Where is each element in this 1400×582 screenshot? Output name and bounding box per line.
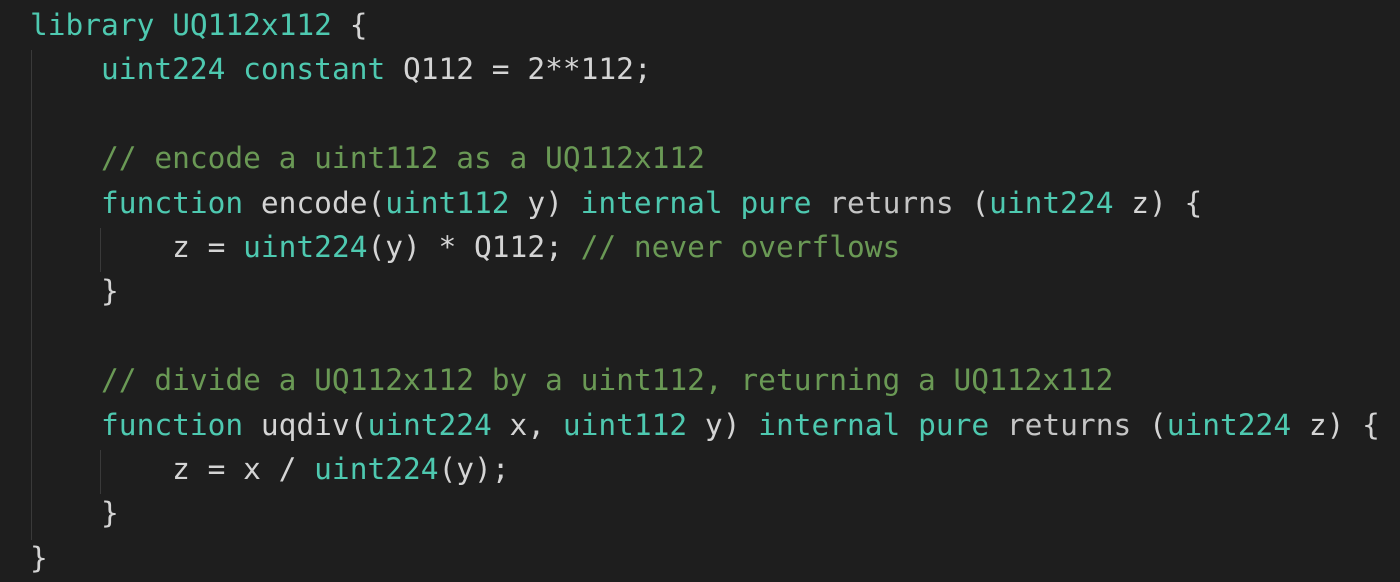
code-token: function: [101, 185, 244, 220]
code-content[interactable]: library UQ112x112 { uint224 constant Q11…: [30, 3, 1380, 580]
code-token: uint224: [314, 451, 439, 486]
code-token: uqdiv(: [243, 407, 368, 442]
code-token: z =: [30, 229, 244, 264]
code-token: uint224: [243, 229, 368, 264]
code-comment: // divide a UQ112x112 by a uint112, retu…: [101, 363, 1114, 398]
code-token: z = x /: [30, 451, 315, 486]
code-line: z = x / uint224(y);: [30, 447, 1380, 491]
code-token: {: [331, 8, 368, 42]
code-line: function encode(uint112 y) internal pure…: [30, 181, 1380, 225]
code-token: uint224: [1166, 407, 1292, 442]
code-token: (y) * Q112;: [367, 229, 581, 264]
code-token: returns: [1006, 407, 1132, 442]
code-token: (: [1131, 407, 1167, 442]
code-line: // divide a UQ112x112 by a uint112, retu…: [30, 358, 1380, 402]
code-line: }: [30, 491, 1380, 535]
code-token: UQ112x112: [172, 8, 332, 42]
code-token: (y);: [438, 451, 510, 486]
code-token: y): [509, 185, 581, 220]
code-line: z = uint224(y) * Q112; // never overflow…: [30, 225, 1380, 269]
code-token: library: [30, 8, 173, 42]
code-editor[interactable]: library UQ112x112 { uint224 constant Q11…: [0, 0, 1400, 582]
code-token: encode(: [243, 185, 386, 220]
code-line: uint224 constant Q112 = 2**112;: [30, 47, 1380, 91]
code-line: library UQ112x112 {: [30, 3, 1380, 47]
code-line: }: [30, 536, 1380, 580]
code-token: uint224: [989, 185, 1114, 220]
code-token: constant: [243, 52, 386, 87]
code-token: (: [953, 185, 990, 220]
code-token: }: [30, 496, 119, 531]
code-token: internal: [580, 185, 723, 220]
code-comment: // never overflows: [580, 229, 901, 264]
code-token: z) {: [1291, 407, 1380, 442]
code-token: function: [101, 407, 244, 442]
code-token: uint224: [367, 407, 492, 442]
code-line: function uqdiv(uint224 x, uint112 y) int…: [30, 403, 1380, 447]
code-token: returns: [829, 185, 954, 220]
code-token: z) {: [1113, 185, 1203, 220]
code-token: uint112: [385, 185, 510, 220]
code-token: uint112: [562, 407, 688, 442]
code-token: x,: [491, 407, 563, 442]
code-line: }: [30, 269, 1380, 313]
code-token: }: [30, 274, 119, 309]
code-token: Q112 = 2**112;: [385, 52, 652, 87]
code-token: }: [30, 540, 48, 575]
code-token: y): [687, 407, 759, 442]
code-token: internal: [758, 407, 901, 442]
code-token: uint224: [101, 52, 226, 87]
code-line: // encode a uint112 as a UQ112x112: [30, 136, 1380, 180]
code-token: pure: [740, 185, 812, 220]
code-token: pure: [918, 407, 990, 442]
code-comment: // encode a uint112 as a UQ112x112: [101, 141, 705, 176]
